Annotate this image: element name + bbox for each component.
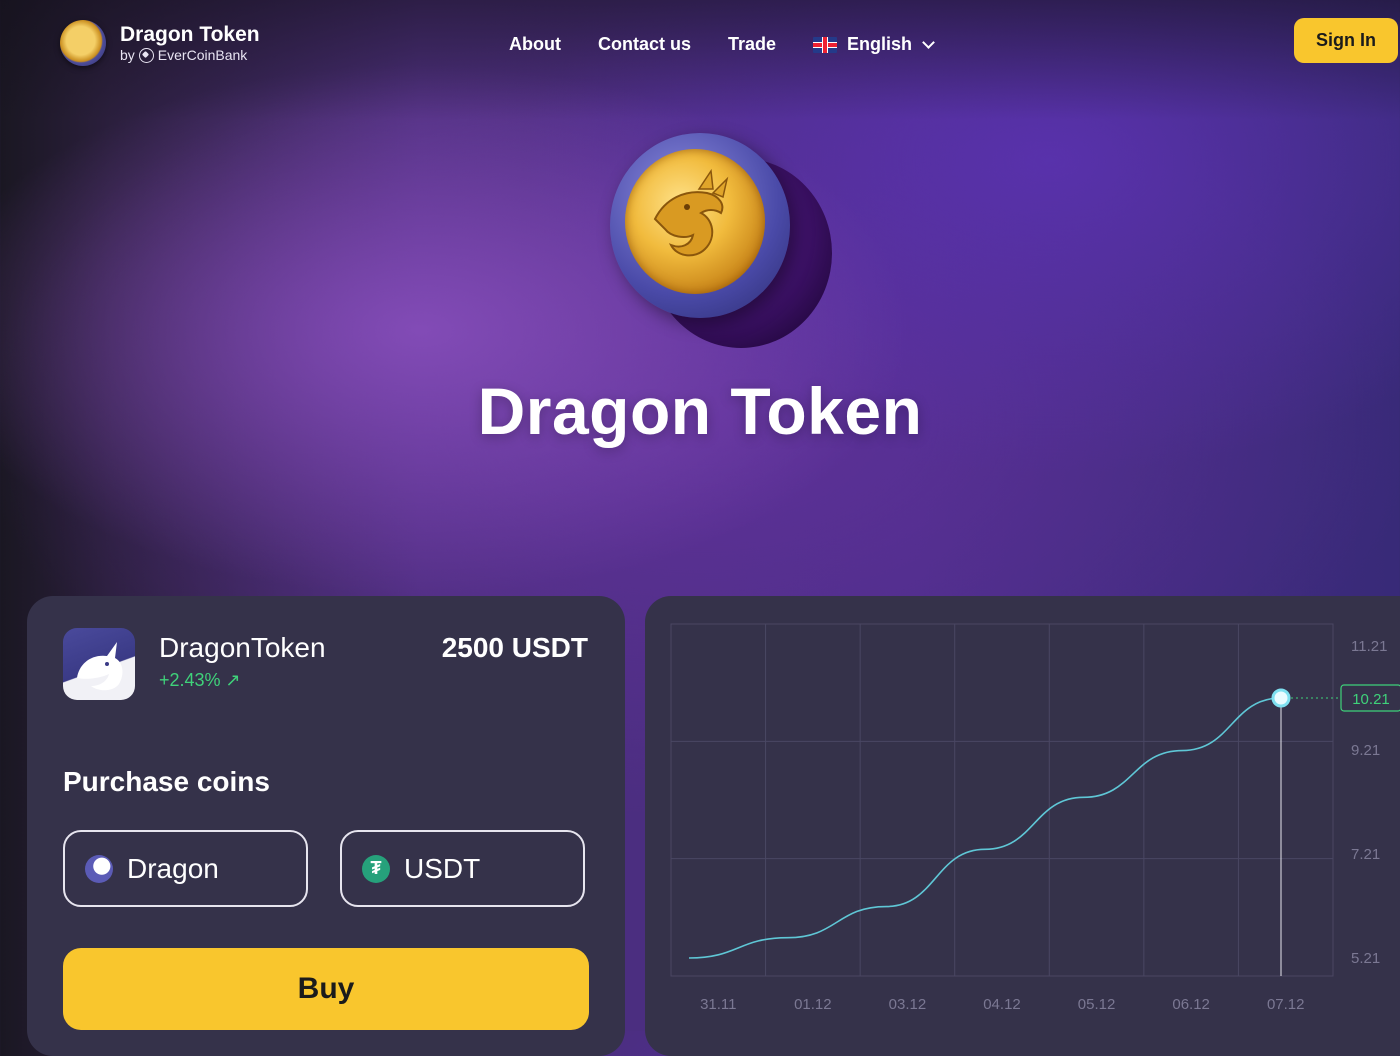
main-nav: About Contact us Trade English bbox=[509, 34, 935, 55]
nav-trade[interactable]: Trade bbox=[728, 34, 776, 55]
current-value-label: 10.21 bbox=[1352, 691, 1390, 708]
dragon-icon-svg bbox=[77, 642, 123, 691]
from-currency-label: Dragon bbox=[127, 852, 219, 884]
x-tick-label: 03.12 bbox=[889, 996, 927, 1013]
x-tick-label: 07.12 bbox=[1267, 996, 1305, 1013]
brand[interactable]: Dragon Token by EverCoinBank bbox=[60, 20, 260, 66]
price-chart: 11.21 9.21 7.21 5.21 31.11 01.12 03.12 04.12 05.… bbox=[670, 623, 1400, 1013]
price-line bbox=[688, 697, 1282, 959]
chevron-down-icon bbox=[922, 36, 935, 49]
uk-flag-icon bbox=[813, 36, 838, 53]
to-currency-label: USDT bbox=[404, 852, 481, 884]
to-currency-select[interactable]: ₮ USDT bbox=[340, 830, 585, 907]
chart-frame bbox=[670, 623, 1334, 977]
brand-subtitle: by EverCoinBank bbox=[120, 46, 260, 64]
dragon-coin-icon bbox=[60, 20, 106, 66]
token-panel: DragonToken +2.43% ↗ 2500 USDT Purchase … bbox=[27, 596, 625, 1056]
brand-title: Dragon Token bbox=[120, 22, 260, 46]
x-tick-label: 31.11 bbox=[700, 996, 736, 1013]
from-currency-select[interactable]: Dragon bbox=[63, 830, 308, 907]
brand-company: EverCoinBank bbox=[157, 46, 248, 63]
hero-title: Dragon Token bbox=[477, 374, 923, 448]
nav-about[interactable]: About bbox=[509, 34, 561, 55]
token-name: DragonToken bbox=[159, 632, 326, 663]
x-tick-label: 06.12 bbox=[1172, 996, 1210, 1013]
y-tick-label: 7.21 bbox=[1351, 846, 1380, 863]
buy-button[interactable]: Buy bbox=[63, 948, 589, 1030]
dragon-emblem-icon bbox=[625, 149, 765, 294]
x-tick-label: 05.12 bbox=[1078, 996, 1116, 1013]
language-label: English bbox=[847, 34, 913, 54]
dragon-emblem-svg bbox=[653, 168, 729, 257]
x-tick-label: 04.12 bbox=[983, 996, 1021, 1013]
x-tick-label: 01.12 bbox=[794, 996, 832, 1013]
sign-in-button[interactable]: Sign In bbox=[1294, 18, 1398, 63]
current-point bbox=[1271, 688, 1291, 708]
purchase-title: Purchase coins bbox=[63, 766, 270, 797]
hero-coin bbox=[610, 133, 835, 348]
y-tick-label: 9.21 bbox=[1351, 742, 1380, 759]
language-selector[interactable]: English bbox=[813, 34, 935, 55]
token-change: +2.43% ↗ bbox=[159, 670, 241, 690]
dragon-icon bbox=[85, 854, 113, 883]
dragon-icon bbox=[63, 628, 135, 700]
y-tick-label: 5.21 bbox=[1351, 950, 1380, 967]
y-tick-label: 11.21 bbox=[1351, 638, 1387, 655]
price-chart-panel: 11.21 9.21 7.21 5.21 31.11 01.12 03.12 04.12 05.… bbox=[645, 596, 1400, 1056]
nav-contact[interactable]: Contact us bbox=[598, 34, 691, 55]
tether-icon: ₮ bbox=[362, 854, 390, 883]
evercoin-icon bbox=[138, 48, 154, 64]
token-price: 2500 USDT bbox=[441, 632, 588, 663]
brand-by: by bbox=[120, 46, 135, 63]
brand-text: Dragon Token by EverCoinBank bbox=[120, 22, 260, 64]
